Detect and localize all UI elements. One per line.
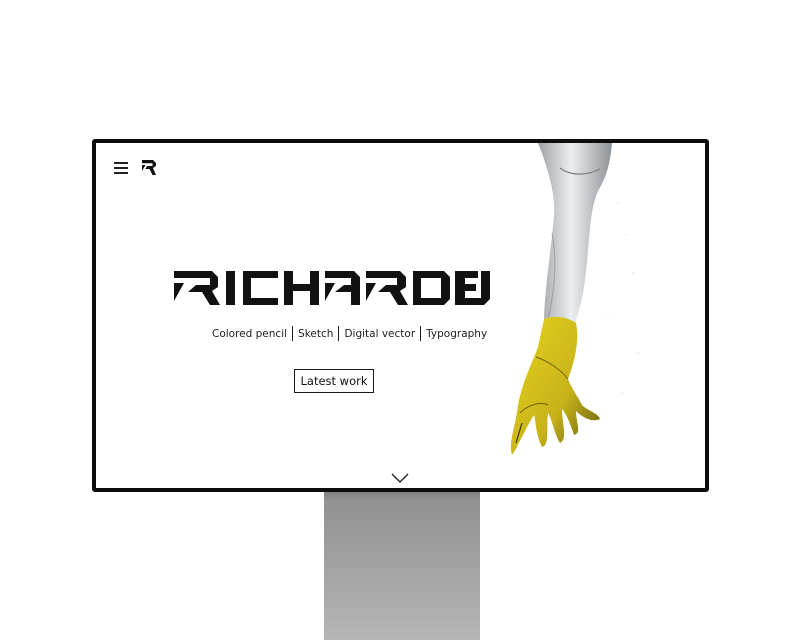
website-screen: Colored pencil Sketch Digital vector Typ… — [96, 143, 705, 488]
mockup-stage: Colored pencil Sketch Digital vector Typ… — [0, 0, 800, 640]
category-list: Colored pencil Sketch Digital vector Typ… — [212, 326, 492, 341]
category-typography[interactable]: Typography — [421, 328, 492, 340]
category-sketch[interactable]: Sketch — [293, 328, 338, 340]
hamburger-menu-icon[interactable] — [114, 162, 128, 174]
category-colored-pencil[interactable]: Colored pencil — [212, 328, 292, 340]
site-title — [174, 271, 494, 313]
r-monogram-icon[interactable] — [142, 160, 156, 175]
monitor-stand — [324, 490, 480, 640]
latest-work-button[interactable]: Latest work — [294, 369, 374, 393]
chevron-down-icon[interactable] — [391, 471, 409, 483]
monitor-frame: Colored pencil Sketch Digital vector Typ… — [92, 139, 709, 492]
site-title-lettering — [174, 271, 490, 305]
category-digital-vector[interactable]: Digital vector — [339, 328, 420, 340]
arm-illustration-image — [488, 143, 705, 488]
